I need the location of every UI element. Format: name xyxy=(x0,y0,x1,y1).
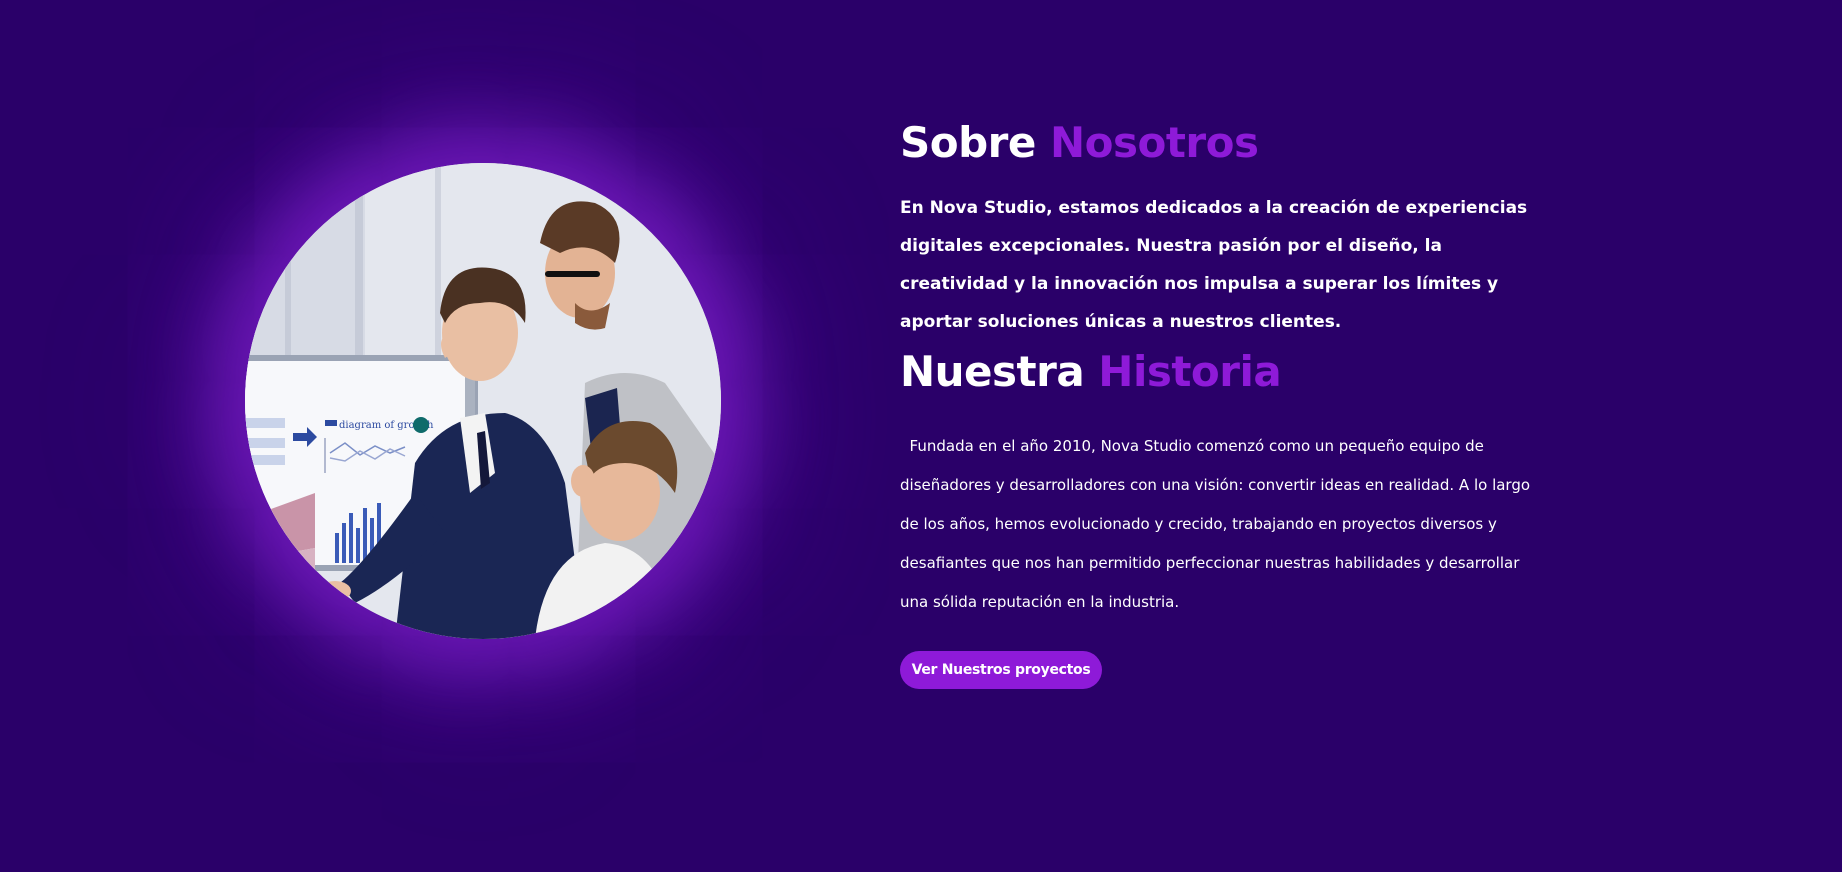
history-body-text: Fundada en el año 2010, Nova Studio come… xyxy=(900,437,1535,611)
history-heading-plain: Nuestra xyxy=(900,347,1085,396)
team-photo: diagram of growth xyxy=(245,163,721,639)
about-heading-plain: Sobre xyxy=(900,118,1036,167)
view-projects-button[interactable]: Ver Nuestros proyectos xyxy=(900,651,1102,689)
about-content: Sobre Nosotros En Nova Studio, estamos d… xyxy=(900,112,1540,622)
about-lead-text: En Nova Studio, estamos dedicados a la c… xyxy=(900,198,1528,332)
about-heading-accent: Nosotros xyxy=(1050,118,1259,167)
about-heading: Sobre Nosotros xyxy=(900,112,1540,174)
about-section: diagram of growth Sobre Nosotros En Nova… xyxy=(0,0,1842,872)
history-heading: Nuestra Historia xyxy=(900,341,1540,403)
history-heading-accent: Historia xyxy=(1098,347,1282,396)
